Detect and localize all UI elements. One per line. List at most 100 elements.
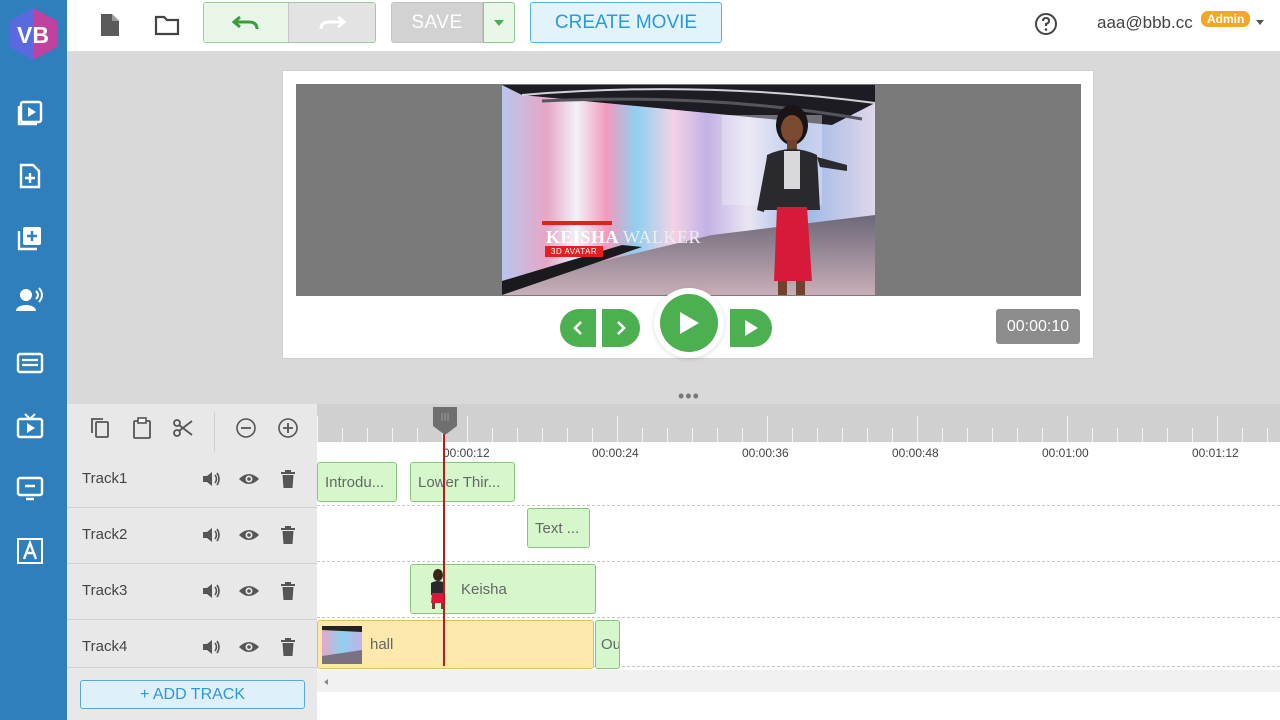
play-selection-button[interactable]: [730, 309, 772, 347]
copy-icon: [91, 418, 109, 438]
playhead-marker-icon: [433, 407, 457, 435]
tool-divider: [214, 412, 215, 452]
track-visibility-button[interactable]: [238, 637, 260, 657]
timeline-clip-avatar[interactable]: Keisha: [410, 564, 596, 614]
timeline-tick-labels: 00:00:12 00:00:24 00:00:36 00:00:48 00:0…: [317, 442, 1280, 462]
timeline-clip-outro[interactable]: Ou: [595, 620, 620, 669]
track-mute-button[interactable]: [200, 469, 222, 489]
track-mute-button[interactable]: [200, 581, 222, 601]
track-footer: + ADD TRACK: [67, 668, 317, 720]
create-movie-button[interactable]: CREATE MOVIE: [530, 2, 722, 43]
sidebar-tv-button[interactable]: [13, 409, 47, 443]
timeline-bottom: [317, 692, 1280, 720]
undo-redo-group: [203, 2, 376, 43]
track-header: Track3: [67, 564, 317, 620]
save-group: SAVE: [391, 2, 515, 43]
playback-controls: 00:00:10: [283, 288, 1093, 360]
file-icon: [101, 14, 119, 36]
help-circle-icon: [1035, 13, 1057, 35]
preview-stage: KEISHA WALKER 3D AVATAR: [296, 84, 1081, 296]
previous-frame-button[interactable]: [560, 309, 596, 347]
track-mute-button[interactable]: [200, 637, 222, 657]
left-sidebar: VB: [0, 0, 67, 720]
sidebar-monitor-button[interactable]: [13, 471, 47, 505]
add-box-icon: [17, 227, 41, 251]
add-file-icon: [19, 163, 41, 189]
lane-separator: [317, 505, 1280, 506]
play-button[interactable]: [660, 294, 718, 352]
tick-label: 00:01:12: [1192, 446, 1239, 460]
track-tools: [67, 404, 317, 452]
zoom-out-icon: [236, 418, 256, 438]
track-delete-button[interactable]: [277, 637, 299, 657]
add-track-button[interactable]: + ADD TRACK: [80, 680, 305, 709]
sidebar-text-button[interactable]: [13, 534, 47, 568]
tunnel-scene-image: [502, 85, 875, 295]
eye-icon: [239, 530, 259, 540]
sidebar-voice-button[interactable]: [13, 283, 47, 317]
track-visibility-button[interactable]: [238, 581, 260, 601]
new-file-button[interactable]: [94, 10, 126, 40]
sidebar-add-box-button[interactable]: [13, 221, 47, 255]
speaker-icon: [203, 584, 220, 598]
save-button[interactable]: SAVE: [391, 2, 483, 43]
video-thumbnail: [322, 625, 362, 664]
timeline-clip-text[interactable]: Text ...: [527, 508, 590, 548]
zoom-in-button[interactable]: [277, 417, 299, 439]
track-delete-button[interactable]: [277, 525, 299, 545]
track-delete-button[interactable]: [277, 469, 299, 489]
subtitles-icon: [16, 352, 44, 374]
scroll-left-icon[interactable]: [321, 677, 331, 687]
folder-icon: [154, 15, 180, 36]
playhead-handle[interactable]: [432, 406, 458, 436]
open-folder-button[interactable]: [151, 10, 183, 40]
track-header: Track4: [67, 620, 317, 668]
user-menu-caret-icon[interactable]: [1256, 20, 1264, 25]
tick-label: 00:00:12: [443, 446, 490, 460]
clip-label: Keisha: [461, 580, 507, 598]
track-visibility-button[interactable]: [238, 469, 260, 489]
timeline-horizontal-scrollbar[interactable]: [317, 670, 1280, 692]
track-mute-button[interactable]: [200, 525, 222, 545]
tick-label: 00:01:00: [1042, 446, 1089, 460]
track-name: Track2: [82, 526, 128, 543]
play-square-icon: [17, 100, 43, 126]
play-button-ring: [654, 288, 724, 358]
voice-user-icon: [16, 287, 43, 311]
user-email[interactable]: aaa@bbb.cc: [1097, 13, 1193, 33]
track-delete-button[interactable]: [277, 581, 299, 601]
timeline-clip-video[interactable]: hall: [317, 620, 594, 669]
lower-third-last-name: WALKER: [623, 227, 702, 247]
next-frame-button[interactable]: [602, 309, 640, 347]
undo-button[interactable]: [204, 3, 290, 42]
track-name: Track1: [82, 470, 128, 487]
sidebar-add-file-button[interactable]: [13, 159, 47, 193]
sidebar-subtitles-button[interactable]: [13, 346, 47, 380]
trash-icon: [281, 638, 295, 656]
trash-icon: [281, 582, 295, 600]
track-visibility-button[interactable]: [238, 525, 260, 545]
panel-resize-handle[interactable]: •••: [678, 387, 700, 405]
zoom-out-button[interactable]: [235, 417, 257, 439]
timeline-clip-intro[interactable]: Introdu...: [317, 462, 397, 502]
lower-third-title: KEISHA WALKER: [546, 227, 701, 248]
redo-button[interactable]: [289, 3, 375, 42]
paste-button[interactable]: [131, 417, 153, 439]
cut-button[interactable]: [172, 417, 194, 439]
lane-separator: [317, 561, 1280, 562]
help-button[interactable]: [1034, 12, 1058, 36]
copy-button[interactable]: [89, 417, 111, 439]
zoom-in-icon: [278, 418, 298, 438]
caret-down-icon: [494, 19, 504, 26]
app-logo[interactable]: VB: [5, 6, 61, 62]
sidebar-media-button[interactable]: [13, 96, 47, 130]
save-dropdown-button[interactable]: [483, 2, 515, 43]
timeline-ruler[interactable]: [317, 404, 1280, 442]
current-time-display: 00:00:10: [996, 309, 1080, 344]
avatar-thumbnail: [431, 569, 445, 609]
timeline-clip-lower-third[interactable]: Lower Thir...: [410, 462, 515, 502]
scissors-icon: [173, 419, 193, 437]
trash-icon: [281, 470, 295, 488]
playhead-line: [443, 432, 445, 666]
play-icon: [680, 312, 699, 334]
